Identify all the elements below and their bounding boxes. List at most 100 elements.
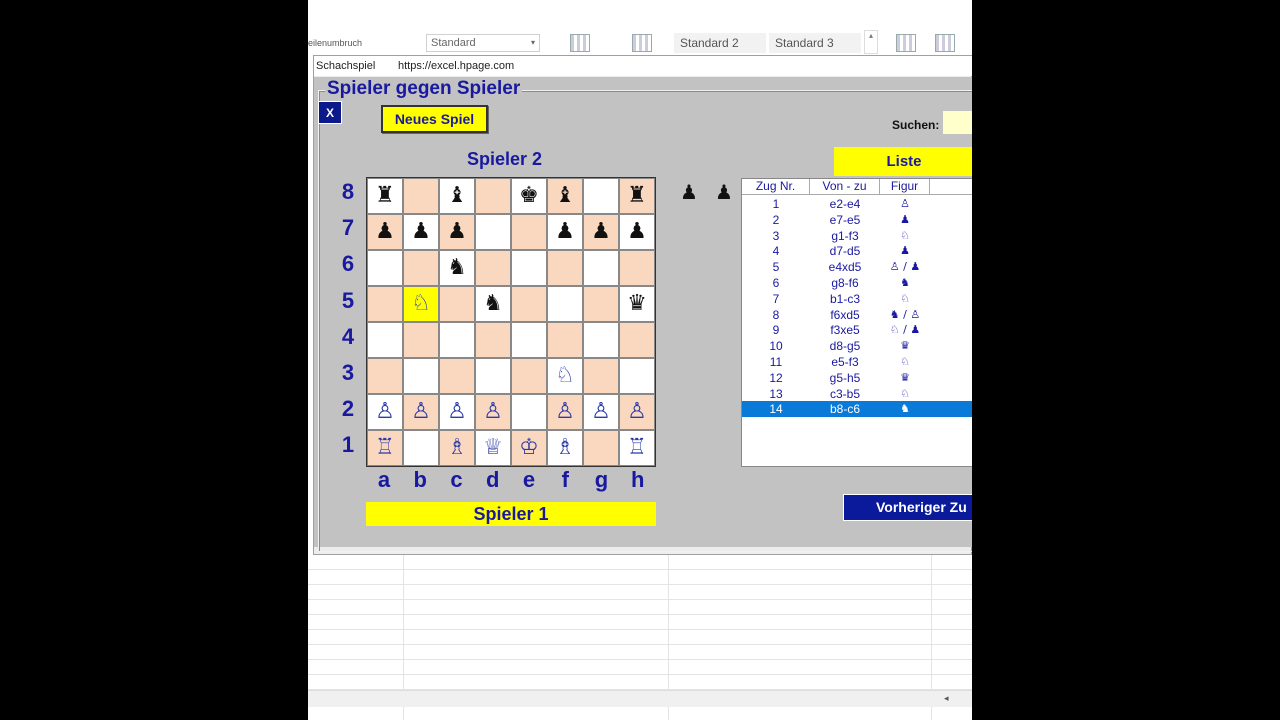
move-row[interactable]: 14 b8-c6 ♞ <box>742 401 972 418</box>
square-c3[interactable] <box>439 358 475 394</box>
square-b3[interactable] <box>403 358 439 394</box>
move-row[interactable]: 4 d7-d5 ♟ <box>742 243 972 259</box>
square-d7[interactable] <box>475 214 511 250</box>
white-pawn-icon[interactable]: ♙ <box>591 401 611 423</box>
square-f8[interactable]: ♝ <box>547 178 583 214</box>
white-knight-icon[interactable]: ♘ <box>555 365 575 387</box>
black-knight-icon[interactable]: ♞ <box>447 257 467 279</box>
white-pawn-icon[interactable]: ♙ <box>555 401 575 423</box>
black-bishop-icon[interactable]: ♝ <box>447 185 467 207</box>
black-pawn-icon[interactable]: ♟ <box>447 221 467 243</box>
white-rook-icon[interactable]: ♖ <box>375 437 395 459</box>
white-pawn-icon[interactable]: ♙ <box>483 401 503 423</box>
style-standard-2[interactable]: Standard 2 <box>674 33 766 53</box>
conditional-format-icon[interactable] <box>570 34 590 52</box>
black-queen-icon[interactable]: ♛ <box>627 293 647 315</box>
square-f1[interactable]: ♗ <box>547 430 583 466</box>
white-king-icon[interactable]: ♔ <box>519 437 539 459</box>
square-d2[interactable]: ♙ <box>475 394 511 430</box>
move-row[interactable]: 3 g1-f3 ♘ <box>742 228 972 244</box>
square-d1[interactable]: ♕ <box>475 430 511 466</box>
move-row[interactable]: 11 e5-f3 ♘ <box>742 354 972 370</box>
square-c1[interactable]: ♗ <box>439 430 475 466</box>
square-h8[interactable]: ♜ <box>619 178 655 214</box>
square-h2[interactable]: ♙ <box>619 394 655 430</box>
square-e6[interactable] <box>511 250 547 286</box>
square-d6[interactable] <box>475 250 511 286</box>
square-g3[interactable] <box>583 358 619 394</box>
square-e2[interactable] <box>511 394 547 430</box>
chess-board[interactable]: ♜ ♝ ♚ ♝ ♜ ♟ ♟ ♟ ♟ ♟ ♟ ♞ ♘ ♞ ♛ ♘ ♙ ♙ ♙ ♙ ♙ ♙ ♙ ♖ ♗ ♕ ♔ ♗ ♖ <box>366 177 656 467</box>
square-f7[interactable]: ♟ <box>547 214 583 250</box>
white-rook-icon[interactable]: ♖ <box>627 437 647 459</box>
black-pawn-icon[interactable]: ♟ <box>627 221 647 243</box>
format-table-icon[interactable] <box>632 34 652 52</box>
search-input[interactable] <box>943 111 972 134</box>
square-d4[interactable] <box>475 322 511 358</box>
square-f2[interactable]: ♙ <box>547 394 583 430</box>
black-pawn-icon[interactable]: ♟ <box>555 221 575 243</box>
header-from-to[interactable]: Von - zu <box>810 179 880 194</box>
horizontal-scrollbar[interactable]: ◂ <box>308 690 972 707</box>
header-figure[interactable]: Figur <box>880 179 930 194</box>
style-standard-3[interactable]: Standard 3 <box>769 33 861 53</box>
square-c4[interactable] <box>439 322 475 358</box>
header-move-number[interactable]: Zug Nr. <box>742 179 810 194</box>
square-a5[interactable] <box>367 286 403 322</box>
square-h4[interactable] <box>619 322 655 358</box>
square-g6[interactable] <box>583 250 619 286</box>
square-g1[interactable] <box>583 430 619 466</box>
white-knight-icon[interactable]: ♘ <box>411 293 431 315</box>
delete-cells-icon[interactable] <box>935 34 955 52</box>
square-c2[interactable]: ♙ <box>439 394 475 430</box>
square-f4[interactable] <box>547 322 583 358</box>
square-c6[interactable]: ♞ <box>439 250 475 286</box>
black-king-icon[interactable]: ♚ <box>519 185 539 207</box>
square-b8[interactable] <box>403 178 439 214</box>
square-f5[interactable] <box>547 286 583 322</box>
square-a4[interactable] <box>367 322 403 358</box>
white-bishop-icon[interactable]: ♗ <box>555 437 575 459</box>
square-h5[interactable]: ♛ <box>619 286 655 322</box>
move-row[interactable]: 13 c3-b5 ♘ <box>742 386 972 402</box>
move-row[interactable]: 1 e2-e4 ♙ <box>742 196 972 212</box>
square-f3[interactable]: ♘ <box>547 358 583 394</box>
square-c8[interactable]: ♝ <box>439 178 475 214</box>
white-bishop-icon[interactable]: ♗ <box>447 437 467 459</box>
white-pawn-icon[interactable]: ♙ <box>375 401 395 423</box>
insert-cells-icon[interactable] <box>896 34 916 52</box>
square-c7[interactable]: ♟ <box>439 214 475 250</box>
square-a3[interactable] <box>367 358 403 394</box>
square-d8[interactable] <box>475 178 511 214</box>
square-g5[interactable] <box>583 286 619 322</box>
square-f6[interactable] <box>547 250 583 286</box>
square-a6[interactable] <box>367 250 403 286</box>
square-e1[interactable]: ♔ <box>511 430 547 466</box>
square-a8[interactable]: ♜ <box>367 178 403 214</box>
square-g8[interactable] <box>583 178 619 214</box>
black-pawn-icon[interactable]: ♟ <box>411 221 431 243</box>
move-row[interactable]: 12 g5-h5 ♛ <box>742 370 972 386</box>
square-g7[interactable]: ♟ <box>583 214 619 250</box>
square-h7[interactable]: ♟ <box>619 214 655 250</box>
square-b5[interactable]: ♘ <box>403 286 439 322</box>
white-pawn-icon[interactable]: ♙ <box>627 401 647 423</box>
square-h1[interactable]: ♖ <box>619 430 655 466</box>
black-bishop-icon[interactable]: ♝ <box>555 185 575 207</box>
square-g2[interactable]: ♙ <box>583 394 619 430</box>
square-h6[interactable] <box>619 250 655 286</box>
white-queen-icon[interactable]: ♕ <box>483 437 503 459</box>
square-g4[interactable] <box>583 322 619 358</box>
square-h3[interactable] <box>619 358 655 394</box>
move-row[interactable]: 5 e4xd5 ♙ / ♟ <box>742 259 972 275</box>
square-d3[interactable] <box>475 358 511 394</box>
move-row[interactable]: 10 d8-g5 ♛ <box>742 338 972 354</box>
square-b6[interactable] <box>403 250 439 286</box>
list-button[interactable]: Liste <box>834 147 972 176</box>
move-row[interactable]: 9 f3xe5 ♘ / ♟ <box>742 322 972 338</box>
move-list[interactable]: Zug Nr. Von - zu Figur 1 e2-e4 ♙ 2 e7-e5 ♟ 3 g1… <box>741 178 972 467</box>
move-row[interactable]: 2 e7-e5 ♟ <box>742 212 972 228</box>
white-pawn-icon[interactable]: ♙ <box>447 401 467 423</box>
square-a2[interactable]: ♙ <box>367 394 403 430</box>
move-row[interactable]: 7 b1-c3 ♘ <box>742 291 972 307</box>
